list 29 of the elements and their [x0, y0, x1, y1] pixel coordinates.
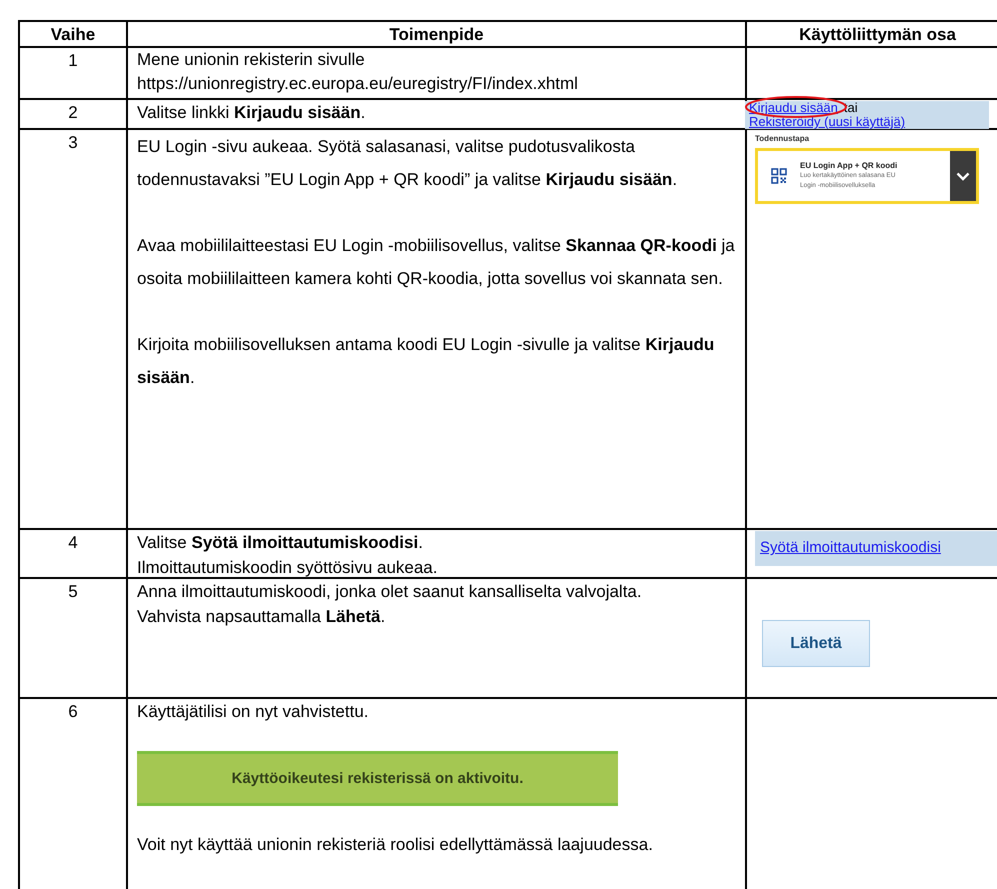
option-title: EU Login App + QR koodi [800, 161, 898, 171]
instruction-text: Kirjoita mobiilisovelluksen antama koodi EU Login -sivulle ja valitse Kirjaudu sisään. [137, 334, 716, 389]
instruction-text: Valitse linkki Kirjaudu sisään. [137, 102, 366, 124]
step-number: 6 [68, 701, 78, 723]
instruction-text: EU Login -sivu aukeaa. Syötä salasanasi, valitse pudotusvalikosta todennustavaksi ”EU Login App + QR koodi” ja valitse Kirjaudu sisään. [137, 136, 678, 191]
enrolment-code-link[interactable]: Syötä ilmoittautumiskoodisi [760, 537, 941, 560]
instruction-text: Avaa mobiililaitteestasi EU Login -mobiilisovellus, valitse Skannaa QR-koodi ja osoita mobiililaitteen kamera kohti QR-koodia, jotta sovellus voi skannata sen. [137, 235, 736, 290]
instruction-text: Voit nyt käyttää unionin rekisteriä roolisi edellyttämässä laajuudessa. [137, 834, 654, 856]
step-number: 2 [68, 102, 78, 124]
success-banner: Käyttöoikeutesi rekisterissä on aktivoitu. [137, 751, 618, 806]
column-header: Vaihe [50, 24, 96, 46]
column-header: Käyttöliittymän osa [799, 24, 956, 46]
instruction-text: Vahvista napsauttamalla Lähetä. [137, 606, 386, 628]
field-label: Todennustapa [755, 133, 810, 145]
step-number: 3 [68, 132, 78, 154]
instruction-text: Mene unionin rekisterin sivulle https://unionregistry.ec.europa.eu/euregistry/FI/index.xhtml [137, 49, 579, 95]
step-number: 4 [68, 532, 78, 554]
instruction-text: Käyttäjätilisi on nyt vahvistettu. [137, 701, 370, 723]
step-number: 1 [68, 50, 78, 72]
instruction-text: Valitse Syötä ilmoittautumiskoodisi. [137, 532, 424, 554]
instruction-text: Ilmoittautumiskoodin syöttösivu aukeaa. [137, 557, 438, 577]
qr-code-icon [771, 168, 787, 184]
chevron-down-icon [956, 172, 970, 180]
instruction-text: Anna ilmoittautumiskoodi, jonka olet saanut kansalliselta valvojalta. [137, 581, 643, 603]
send-button[interactable]: Lähetä [762, 620, 870, 667]
dropdown-toggle[interactable] [950, 151, 976, 201]
column-header: Toimenpide [389, 24, 484, 46]
step-number: 5 [68, 581, 78, 603]
register-link[interactable]: Rekisteröidy (uusi käyttäjä) [749, 114, 906, 129]
